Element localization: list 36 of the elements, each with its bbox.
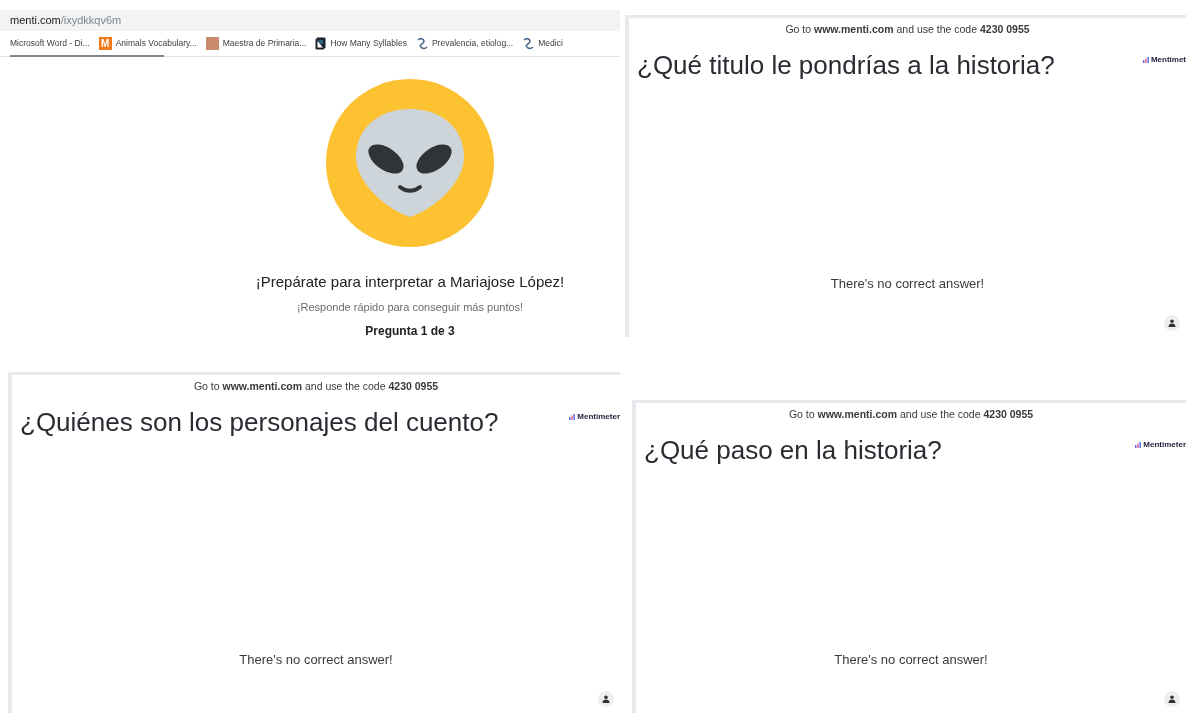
footer-note: There's no correct answer! [833,650,989,669]
join-instruction: Go to www.menti.com and use the code 4230 0955 [192,379,440,394]
brand-logo: Mentimeter [569,410,620,423]
alien-avatar-icon [326,79,494,247]
participant-icon[interactable] [1164,691,1180,707]
brand-logo: Mentimet [1142,53,1186,66]
participant-icon[interactable] [1164,315,1180,331]
question-title: ¿Qué titulo le pondrías a la historia? [637,48,1055,82]
title-text: ¡Prepárate para interpretar a Mariajose López! [255,272,565,292]
bar-chart-icon [1142,56,1149,63]
brand-logo: Mentimeter [1135,438,1186,451]
bookmark-item[interactable]: Prevalencia, etiolog... [415,36,514,50]
question-counter: Pregunta 1 de 3 [365,323,455,340]
url-host: menti.com [10,13,61,29]
join-instruction: Go to www.menti.com and use the code 4230 0955 [784,22,1031,37]
address-bar[interactable]: menti.com/ixydkkqv6m [0,10,620,31]
bar-chart-icon [569,413,576,420]
letter-icon: M [98,36,112,50]
swirl-icon [415,36,428,50]
book-icon [315,36,327,50]
participant-icon[interactable] [598,691,614,707]
bookmark-item[interactable]: Microsoft Word - Di... [10,37,90,50]
bookmark-item[interactable]: Maestra de Primaria... [205,36,307,50]
footer-note: There's no correct answer! [238,650,394,669]
bookmark-item[interactable]: Medici [522,36,563,50]
question-title: ¿Qué paso en la historia? [644,433,942,467]
photo-placeholder [205,36,219,50]
bookmark-item[interactable]: How Many Syllables [315,36,407,50]
swirl-icon [522,36,535,50]
subtitle-text: ¡Responde rápido para conseguir más puntos! [296,300,524,316]
question-title: ¿Quiénes son los personajes del cuento? [20,405,499,439]
bar-chart-icon [1135,441,1142,448]
url-path: /ixydkkqv6m [60,13,122,29]
footer-note: There's no correct answer! [829,274,986,293]
join-instruction: Go to www.menti.com and use the code 4230 0955 [787,407,1035,422]
bookmark-item[interactable]: M Animals Vocabulary... [98,36,197,50]
